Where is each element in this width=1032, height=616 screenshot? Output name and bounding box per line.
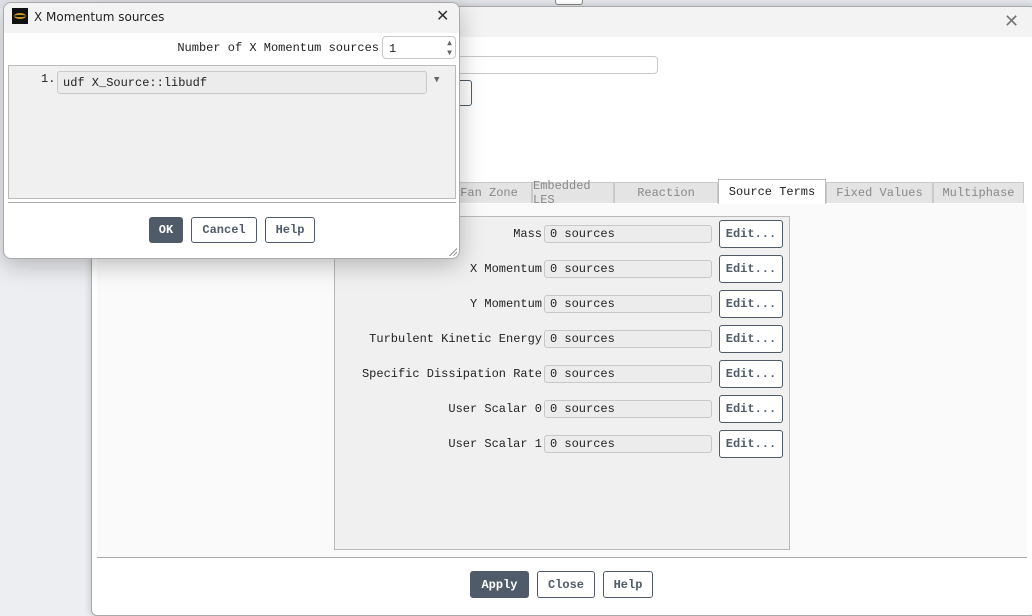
source-count-field: 0 sources: [544, 330, 712, 348]
source-value: udf X_Source::libudf: [63, 75, 208, 90]
bottom-separator: [97, 557, 1027, 558]
edit-button[interactable]: Edit...: [719, 325, 783, 353]
close-icon[interactable]: ✕: [1004, 11, 1019, 32]
ok-button[interactable]: OK: [149, 217, 183, 243]
source-count-field: 0 sources: [544, 435, 712, 453]
popup-title: X Momentum sources: [34, 10, 165, 24]
source-count: 0 sources: [550, 402, 615, 416]
source-select[interactable]: udf X_Source::libudf: [57, 71, 427, 94]
source-count-field: 0 sources: [544, 365, 712, 383]
tab-label: Fixed Values: [836, 186, 923, 200]
edit-button[interactable]: Edit...: [719, 255, 783, 283]
tab-label: Embedded LES: [533, 179, 591, 207]
source-count-field: 0 sources: [544, 225, 712, 243]
count-spinner[interactable]: 1 ▲ ▼: [382, 36, 456, 59]
source-row: X Momentum 0 sources Edit...: [0, 255, 1032, 283]
source-count: 0 sources: [550, 332, 615, 346]
tab-multiphase[interactable]: Multiphase: [933, 182, 1024, 203]
background-button[interactable]: [555, 0, 583, 5]
source-label: X Momentum: [469, 262, 542, 276]
count-value: 1: [389, 42, 397, 56]
edit-button[interactable]: Edit...: [719, 360, 783, 388]
spin-down-icon[interactable]: ▼: [447, 48, 452, 57]
close-button[interactable]: Close: [537, 571, 595, 598]
popup-separator: [8, 202, 456, 203]
source-row: Y Momentum 0 sources Edit...: [0, 290, 1032, 318]
edit-button[interactable]: Edit...: [719, 430, 783, 458]
source-label: Specific Dissipation Rate: [361, 367, 542, 381]
source-label: Turbulent Kinetic Energy: [369, 332, 542, 346]
source-row: User Scalar 0 0 sources Edit...: [0, 395, 1032, 423]
sources-list: 1. udf X_Source::libudf ▼: [8, 65, 456, 199]
spin-up-icon[interactable]: ▲: [447, 38, 452, 47]
tab-label: Reaction: [637, 186, 695, 200]
tab-source-terms[interactable]: Source Terms: [718, 179, 826, 204]
close-icon[interactable]: ✕: [436, 6, 449, 25]
source-label: User Scalar 1: [448, 437, 542, 451]
source-count: 0 sources: [550, 262, 615, 276]
source-count: 0 sources: [550, 227, 615, 241]
cancel-button[interactable]: Cancel: [191, 217, 257, 243]
source-row: Turbulent Kinetic Energy 0 sources Edit.…: [0, 325, 1032, 353]
apply-button[interactable]: Apply: [470, 571, 529, 598]
edit-button[interactable]: Edit...: [719, 395, 783, 423]
edit-button[interactable]: Edit...: [719, 290, 783, 318]
edit-button[interactable]: Edit...: [719, 220, 783, 248]
source-count: 0 sources: [550, 297, 615, 311]
source-count-field: 0 sources: [544, 260, 712, 278]
help-button[interactable]: Help: [265, 217, 315, 243]
tab-reaction[interactable]: Reaction: [614, 182, 718, 203]
count-label: Number of X Momentum sources: [177, 41, 379, 55]
source-label: Mass: [513, 227, 542, 241]
x-momentum-sources-dialog: X Momentum sources ✕ Number of X Momentu…: [3, 2, 460, 259]
source-row: User Scalar 1 0 sources Edit...: [0, 430, 1032, 458]
source-row: Specific Dissipation Rate 0 sources Edit…: [0, 360, 1032, 388]
source-count-field: 0 sources: [544, 400, 712, 418]
tab-embedded-les[interactable]: Embedded LES: [532, 179, 614, 207]
source-label: User Scalar 0: [448, 402, 542, 416]
item-index: 1.: [41, 72, 56, 86]
source-count: 0 sources: [550, 367, 615, 381]
tab-label: Source Terms: [728, 185, 816, 199]
tab-fixed-values[interactable]: Fixed Values: [826, 182, 933, 203]
tab-label: Multiphase: [942, 186, 1015, 200]
tab-label: Fan Zone: [460, 186, 518, 200]
app-logo-icon: [12, 8, 28, 24]
chevron-down-icon[interactable]: ▼: [434, 75, 439, 85]
resize-grip-icon[interactable]: [448, 247, 457, 256]
source-count-field: 0 sources: [544, 295, 712, 313]
source-count: 0 sources: [550, 437, 615, 451]
help-button[interactable]: Help: [603, 571, 653, 598]
source-label: Y Momentum: [469, 297, 542, 311]
